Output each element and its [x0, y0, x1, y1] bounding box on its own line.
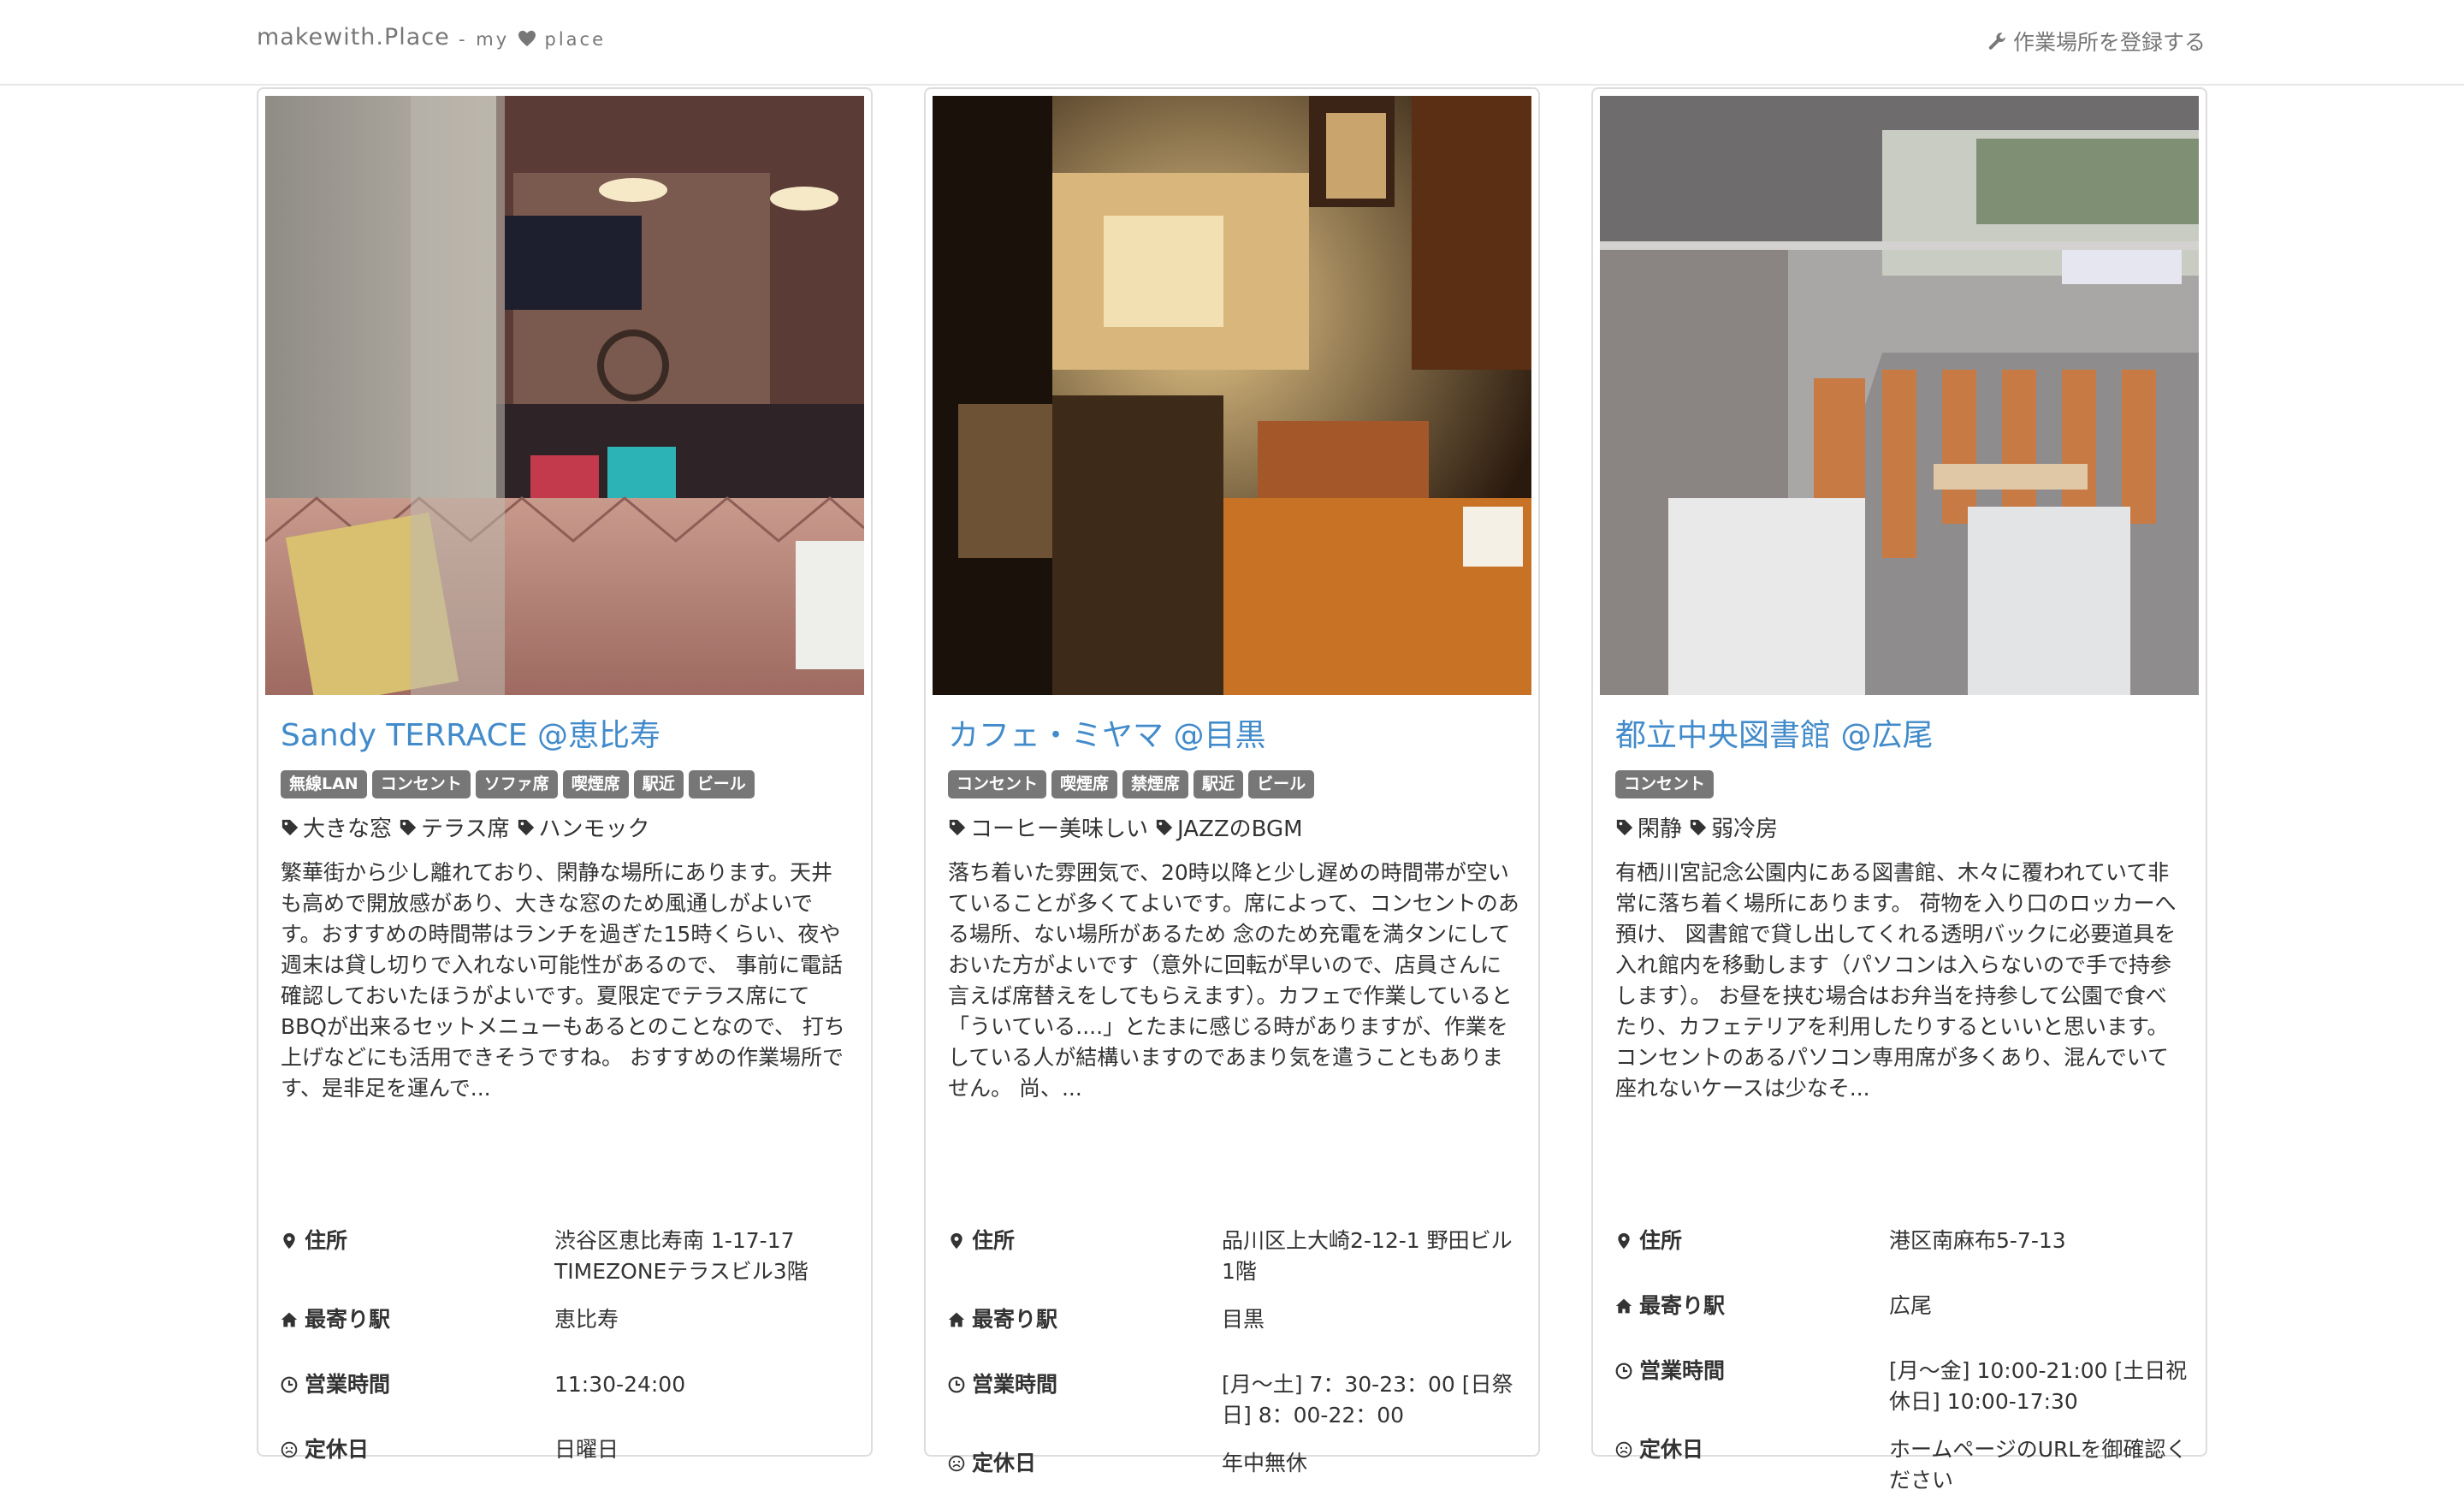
library-photo: [1600, 96, 2199, 695]
feature-label: ソファ席: [475, 770, 558, 798]
tag-list: 閑静 弱冷房: [1615, 811, 1778, 843]
clock-icon: [948, 1376, 965, 1393]
feature-labels: コンセント 喫煙席 禁煙席 駅近 ビール: [948, 770, 1315, 798]
tag-label: JAZZのBGM: [1177, 816, 1303, 842]
feature-label: 禁煙席: [1122, 770, 1189, 798]
address-value: 品川区上大崎2-12-1 野田ビル1階: [1222, 1228, 1513, 1284]
feature-label: コンセント: [948, 770, 1047, 798]
closed-value: ホームページのURLを御確認ください: [1889, 1437, 2188, 1493]
tag-item[interactable]: 閑静: [1615, 811, 1682, 843]
wrench-icon: [1988, 33, 2005, 50]
hours-label: 営業時間: [972, 1372, 1058, 1397]
tag-label: 大きな窓: [303, 816, 393, 842]
closed-label: 定休日: [972, 1451, 1037, 1475]
feature-label: 無線LAN: [281, 770, 367, 798]
station-label: 最寄り駅: [972, 1307, 1058, 1332]
tag-item[interactable]: 弱冷房: [1689, 811, 1778, 843]
closed-value: 年中無休: [1222, 1451, 1308, 1475]
tag-label: ハンモック: [538, 816, 650, 842]
tag-item[interactable]: テラス席: [399, 811, 510, 843]
clock-icon: [281, 1376, 298, 1393]
tagline-prefix: - my: [459, 29, 510, 50]
tagline: - my place: [459, 29, 606, 50]
brand-logo[interactable]: makewith.Place: [257, 24, 450, 50]
cafe-photo: [933, 96, 1531, 695]
address-label: 住所: [1639, 1228, 1683, 1253]
station-label: 最寄り駅: [305, 1307, 391, 1332]
tag-icon: [1690, 819, 1707, 835]
place-title-link[interactable]: Sandy TERRACE @恵比寿: [281, 710, 660, 755]
station-value: 目黒: [1222, 1307, 1265, 1332]
address-value: 渋谷区恵比寿南 1-17-17 TIMEZONEテラスビル3階: [554, 1228, 808, 1284]
tag-icon: [518, 819, 534, 835]
register-place-label: 作業場所を登録する: [2012, 30, 2206, 55]
tag-item[interactable]: ハンモック: [517, 811, 650, 843]
feature-label: 駅近: [1194, 770, 1244, 798]
tag-icon: [1616, 819, 1633, 835]
feature-label: ビール: [1248, 770, 1315, 798]
address-label: 住所: [305, 1228, 348, 1253]
hours-value: [月〜土] 7：30-23：00 [日祭日] 8：00-22：00: [1222, 1372, 1513, 1428]
map-marker-icon: [951, 1232, 962, 1250]
place-card: カフェ・ミヤマ @目黒 コンセント 喫煙席 禁煙席 駅近 ビール コーヒー美味し…: [924, 87, 1540, 1475]
hours-label: 営業時間: [305, 1372, 391, 1397]
frown-icon: [948, 1455, 965, 1472]
home-icon: [281, 1312, 298, 1327]
tag-icon: [949, 819, 966, 835]
hours-label: 営業時間: [1639, 1358, 1726, 1383]
place-description: 落ち着いた雰囲気で、20時以降と少し遅めの時間帯が空いていることが多くてよいです…: [948, 860, 1519, 1101]
station-value: 恵比寿: [554, 1307, 619, 1332]
tag-list: コーヒー美味しい JAZZのBGM: [948, 811, 1303, 843]
place-description: 有栖川宮記念公園内にある図書館、木々に覆われていて非常に落ち着く場所にあります。…: [1615, 860, 2177, 1101]
address-label: 住所: [972, 1228, 1016, 1253]
tag-list: 大きな窓 テラス席 ハンモック: [281, 811, 650, 843]
tag-icon: [400, 819, 417, 835]
place-description: 繁華街から少し離れており、閑静な場所にあります。天井も高めで開放感があり、大きな…: [281, 860, 845, 1101]
place-photo-link[interactable]: [933, 96, 1531, 695]
frown-icon: [1615, 1441, 1632, 1458]
feature-label: 喫煙席: [562, 770, 629, 798]
tag-item[interactable]: JAZZのBGM: [1155, 811, 1303, 843]
feature-label: コンセント: [1615, 770, 1715, 798]
home-icon: [1615, 1298, 1632, 1314]
tag-item[interactable]: コーヒー美味しい: [948, 811, 1148, 843]
feature-label: コンセント: [371, 770, 471, 798]
closed-value: 日曜日: [554, 1437, 619, 1462]
tag-icon: [281, 819, 299, 835]
home-icon: [948, 1312, 965, 1327]
feature-labels: 無線LAN コンセント ソファ席 喫煙席 駅近 ビール: [281, 770, 755, 798]
feature-label: ビール: [688, 770, 755, 798]
register-place-link[interactable]: 作業場所を登録する: [1987, 26, 2206, 56]
closed-label: 定休日: [305, 1437, 370, 1462]
tag-label: 閑静: [1638, 816, 1683, 842]
map-marker-icon: [283, 1232, 295, 1250]
navbar: makewith.Place - my place 作業場所を登録する: [0, 0, 2464, 86]
tag-label: 弱冷房: [1711, 816, 1779, 842]
place-photo-link[interactable]: [1600, 96, 2199, 695]
station-label: 最寄り駅: [1639, 1293, 1726, 1318]
feature-labels: コンセント: [1615, 770, 1715, 798]
place-title-link[interactable]: 都立中央図書館 @広尾: [1615, 710, 1933, 755]
tag-item[interactable]: 大きな窓: [281, 811, 392, 843]
feature-label: 喫煙席: [1051, 770, 1118, 798]
frown-icon: [281, 1441, 298, 1458]
tag-icon: [1156, 819, 1173, 835]
map-marker-icon: [1618, 1232, 1630, 1250]
closed-label: 定休日: [1639, 1437, 1704, 1462]
station-value: 広尾: [1889, 1293, 1933, 1318]
tagline-suffix: place: [544, 29, 607, 50]
place-card: 都立中央図書館 @広尾 コンセント 閑静 弱冷房 有栖川宮記念公園内にある図書館…: [1591, 87, 2207, 1493]
hours-value: [月〜金] 10:00-21:00 [土日祝休日] 10:00-17:30: [1889, 1358, 2188, 1414]
cafe-photo: [265, 96, 864, 695]
address-value: 港区南麻布5-7-13: [1889, 1228, 2066, 1253]
tag-label: テラス席: [421, 816, 510, 842]
feature-label: 駅近: [633, 770, 684, 798]
heart-icon: [518, 30, 536, 47]
place-title-link[interactable]: カフェ・ミヤマ @目黒: [948, 710, 1265, 755]
clock-icon: [1615, 1362, 1632, 1380]
tag-label: コーヒー美味しい: [970, 816, 1149, 842]
hours-value: 11:30-24:00: [554, 1372, 686, 1397]
place-photo-link[interactable]: [265, 96, 864, 695]
place-card: Sandy TERRACE @恵比寿 無線LAN コンセント ソファ席 喫煙席 …: [257, 87, 873, 1462]
